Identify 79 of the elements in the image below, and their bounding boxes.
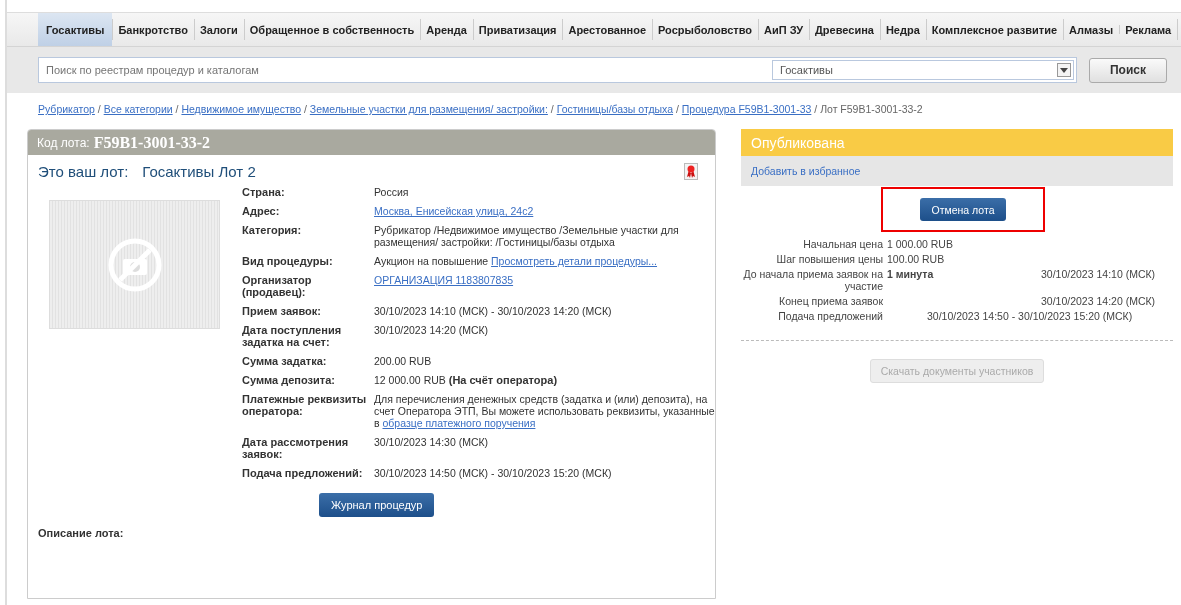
category-tab[interactable]: Банкротство <box>112 13 194 46</box>
category-tab[interactable]: Древесина <box>809 13 880 46</box>
info-value: 100.00 RUB <box>887 253 946 265</box>
info-label: Конец приема заявок <box>778 295 883 307</box>
description-label: Описание лота: <box>37 526 125 539</box>
info-label: Шаг повышения цены <box>775 253 883 265</box>
field-label: Адрес: <box>242 205 281 217</box>
field-value: 200.00 RUB <box>374 355 433 367</box>
field-value: 30/10/2023 14:10 (МСК) - 30/10/2023 14:20 (МСК) <box>374 305 613 317</box>
field-link[interactable]: Просмотреть детали процедуры... <box>491 255 658 267</box>
breadcrumb-separator: / <box>175 103 179 115</box>
add-to-favorites-link[interactable]: Добавить в избранное <box>751 165 861 177</box>
field-label: Прием заявок: <box>242 305 322 317</box>
category-tab[interactable]: Алмазы <box>1063 13 1120 46</box>
field-link[interactable]: ОРГАНИЗАЦИЯ 1183807835 <box>374 274 514 286</box>
field-value: 12 000.00 RUB (На счёт оператора) <box>374 374 559 386</box>
breadcrumb-separator: / <box>304 103 307 115</box>
info-label: Подача предложений <box>777 310 883 322</box>
status-header: Опубликована <box>741 129 1173 156</box>
breadcrumb-link[interactable]: Все категории <box>103 103 173 115</box>
field-label: Страна: <box>242 186 286 198</box>
category-tab[interactable]: Арестованное <box>562 13 652 46</box>
breadcrumb-link[interactable]: Недвижимое имущество <box>181 103 302 115</box>
field-value: 30/10/2023 14:20 (МСК) <box>374 324 490 338</box>
field-link[interactable]: Москва, Енисейская улица, 24с2 <box>374 205 534 217</box>
category-tab[interactable]: Реклама <box>1119 19 1179 40</box>
search-field[interactable]: Поиск по реестрам процедур и каталогам Госактивы <box>38 57 1077 83</box>
info-date: 30/10/2023 14:50 - 30/10/2023 15:20 (МСК) <box>926 310 1134 322</box>
field-value: 30/10/2023 14:30 (МСК) <box>374 436 490 450</box>
field-label: Подача предложений: <box>242 467 364 479</box>
field-label: Организатор (продавец): <box>242 274 313 298</box>
field-value: Рубрикатор /Недвижимое имущество /Земельные участки для размещения/ застройки: /Гостиницы/базы отдыха <box>374 224 680 248</box>
info-date: 30/10/2023 14:20 (МСК) <box>1041 295 1157 307</box>
field-label: Категория: <box>242 224 303 238</box>
info-value: 1 минута <box>887 268 935 282</box>
lot-code-label: Код лота: <box>37 135 90 150</box>
category-tab[interactable]: Обращенное в собственность <box>243 13 421 46</box>
award-ribbon-icon <box>684 163 698 180</box>
field-label: Дата рассмотрения заявок: <box>242 436 350 460</box>
field-label: Вид процедуры: <box>242 255 334 267</box>
field-value: 30/10/2023 14:50 (МСК) - 30/10/2023 15:20 (МСК) <box>374 467 613 479</box>
search-button[interactable]: Поиск <box>1089 57 1167 83</box>
field-value: Россия <box>374 186 410 198</box>
breadcrumb-separator: / <box>675 103 679 115</box>
lot-code: F59B1-3001-33-2 <box>93 133 211 152</box>
no-photo-icon <box>107 237 162 292</box>
category-tab[interactable]: Приватизация <box>472 13 563 46</box>
journal-button[interactable]: Журнал процедур <box>319 493 435 517</box>
breadcrumb-separator: / <box>97 103 101 115</box>
field-value: Аукцион на повышение Просмотреть детали процедуры... <box>374 255 659 267</box>
category-tab[interactable]: Госактивы <box>38 13 113 46</box>
category-tab[interactable]: Недра <box>879 13 926 46</box>
category-tab[interactable]: Комплексное развитие <box>925 13 1064 46</box>
field-value: Для перечисления денежных средств (задатка и (или) депозита), на счет Оператора ЭТП, Вы можете использовать реквизиты, указанные в образце платежного поручения <box>374 393 715 429</box>
field-label: Сумма задатка: <box>242 355 328 367</box>
category-tab[interactable]: Залоги <box>193 13 244 46</box>
owner-label: Это ваш лот: <box>38 163 129 180</box>
breadcrumb-link[interactable]: Земельные участки для размещения/ застройки: <box>309 103 548 115</box>
field-link[interactable]: образце платежного поручения <box>382 417 536 429</box>
info-label: До начала приема заявок на участие <box>742 268 883 292</box>
breadcrumb-link[interactable]: Процедура F59B1-3001-33 <box>681 103 812 115</box>
cancel-lot-button[interactable]: Отмена лота <box>919 198 1007 221</box>
caret-icon <box>1057 63 1071 77</box>
breadcrumb-link[interactable]: Гостиницы/базы отдыха <box>556 103 674 115</box>
info-label: Начальная цена <box>802 238 883 250</box>
category-tab[interactable]: АиП ЗУ <box>758 13 809 46</box>
breadcrumb-link[interactable]: Рубрикатор <box>38 103 95 115</box>
breadcrumb-separator: / <box>550 103 554 115</box>
category-tab[interactable]: Росрыболовство <box>652 13 758 46</box>
category-tab[interactable]: Аренда <box>420 13 473 46</box>
breadcrumb-current: Лот F59B1-3001-33-2 <box>820 103 923 115</box>
info-value: 1 000.00 RUB <box>887 238 954 250</box>
field-label: Сумма депозита: <box>242 374 336 386</box>
field-label: Дата поступления задатка на счет: <box>242 324 343 348</box>
breadcrumb-separator: / <box>814 103 818 115</box>
field-label: Платежные реквизиты оператора: <box>242 393 368 419</box>
info-date: 30/10/2023 14:10 (МСК) <box>1041 268 1157 282</box>
lot-title: Госактивы Лот 2 <box>142 163 256 180</box>
category-dropdown[interactable]: Госактивы <box>772 60 1074 80</box>
